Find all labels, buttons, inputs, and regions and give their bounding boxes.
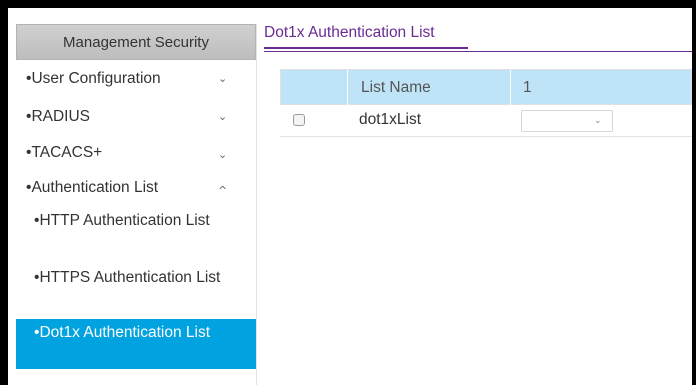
- sidebar-subitem-http-authentication-list[interactable]: •HTTP Authentication List: [16, 209, 256, 259]
- window-frame-left: [0, 0, 8, 385]
- page-title[interactable]: Dot1x Authentication List: [264, 24, 435, 42]
- tab-divider: [264, 51, 692, 52]
- sidebar-subitem-label: HTTP Authentication List: [39, 212, 210, 229]
- sidebar-item-tacacs[interactable]: •TACACS+ ⌄: [16, 144, 256, 172]
- sidebar-item-label: RADIUS: [31, 108, 91, 125]
- tab-active-underline: [264, 47, 468, 49]
- sidebar: Management Security •User Configuration …: [16, 24, 257, 385]
- chevron-down-icon[interactable]: ⌄: [218, 110, 227, 123]
- chevron-down-icon[interactable]: ⌄: [218, 72, 227, 85]
- sidebar-item-user-configuration[interactable]: •User Configuration ⌄: [16, 70, 256, 98]
- window-frame-top: [0, 0, 696, 8]
- table-row: dot1xList ⌄: [280, 105, 692, 137]
- sidebar-item-label: User Configuration: [31, 70, 161, 87]
- column-header-1: 1: [523, 79, 532, 96]
- chevron-down-icon[interactable]: ⌄: [218, 148, 227, 161]
- chevron-down-icon: ⌄: [594, 116, 602, 126]
- sidebar-item-authentication-list[interactable]: •Authentication List ^: [16, 179, 256, 207]
- list-name-cell: dot1xList: [359, 111, 422, 128]
- header-divider: [510, 70, 511, 106]
- sidebar-header: Management Security: [16, 24, 256, 60]
- row-select-checkbox[interactable]: [293, 114, 305, 126]
- sidebar-header-title: Management Security: [63, 33, 209, 51]
- header-divider: [347, 70, 348, 106]
- window-frame-right: [692, 0, 696, 385]
- sidebar-subitem-label: Dot1x Authentication List: [39, 324, 211, 341]
- sidebar-item-label: TACACS+: [31, 144, 103, 161]
- sidebar-subitem-https-authentication-list[interactable]: •HTTPS Authentication List: [16, 266, 256, 316]
- sidebar-item-label: Authentication List: [31, 179, 159, 196]
- method-1-select[interactable]: ⌄: [521, 110, 613, 132]
- sidebar-subitem-label: HTTPS Authentication List: [39, 269, 221, 286]
- sidebar-item-radius[interactable]: •RADIUS ⌄: [16, 108, 256, 136]
- table-header: List Name 1: [280, 69, 692, 106]
- column-header-list-name: List Name: [361, 79, 431, 96]
- sidebar-subitem-dot1x-authentication-list[interactable]: •Dot1x Authentication List: [16, 319, 256, 369]
- chevron-up-icon[interactable]: ^: [218, 184, 227, 197]
